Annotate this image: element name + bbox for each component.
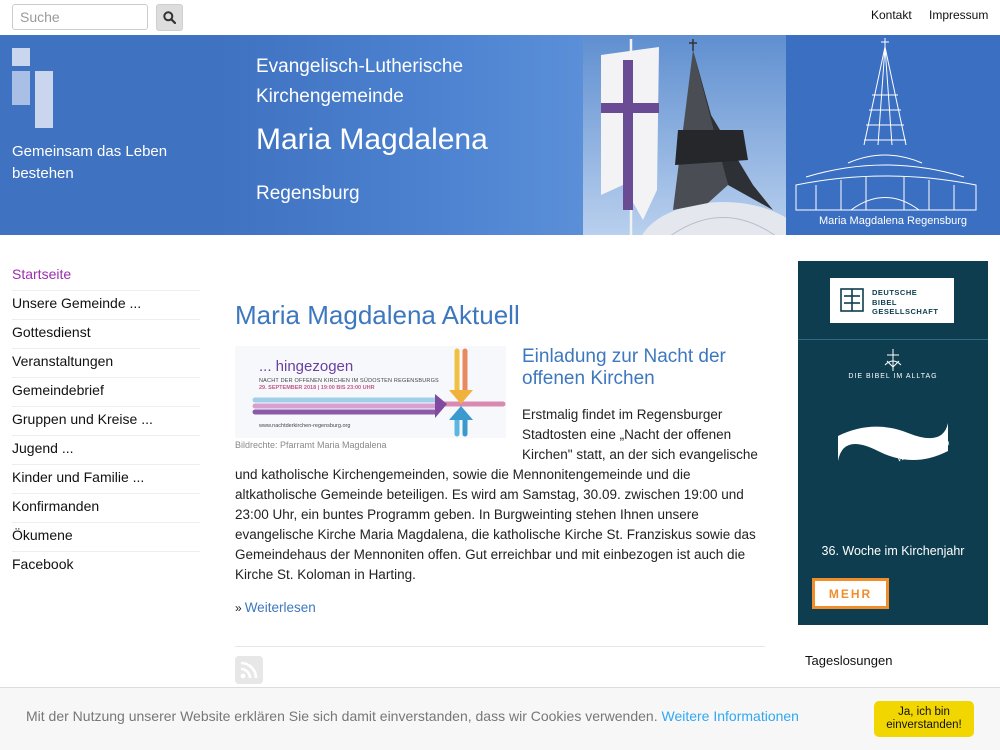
logo-mark-part [12,71,30,105]
double-chevron-right-icon: » [235,601,242,615]
dbg-logo-text: DEUTSCHE BIBEL GESELLSCHAFT [872,288,938,317]
teaser-headline: ... hingezogen [259,358,354,375]
nav-item-gemeindebrief[interactable]: Gemeindebrief [12,378,200,407]
nav-item-konfirmanden[interactable]: Konfirmanden [12,494,200,523]
banner-title: Maria Magdalena [256,123,488,156]
dbg-logo[interactable]: DEUTSCHE BIBEL GESELLSCHAFT [830,278,954,323]
church-tower-photo [583,35,804,235]
nav-item-gottesdienst[interactable]: Gottesdienst [12,320,200,349]
imprint-link[interactable]: Impressum [929,8,988,22]
book-icon [840,288,864,312]
site-tagline: Gemeinsam das Leben bestehen [12,143,168,182]
nav-item-unsere-gemeinde[interactable]: Unsere Gemeinde ... [12,291,200,320]
main-navigation: Startseite Unsere Gemeinde ... Gottesdie… [12,262,200,581]
read-more-label: Weiterlesen [244,600,316,615]
banner-city: Regensburg [256,183,360,204]
nav-item-gruppen-und-kreise[interactable]: Gruppen und Kreise ... [12,407,200,436]
nav-item-kinder-und-familie[interactable]: Kinder und Familie ... [12,465,200,494]
watermark-ribbon [838,423,948,461]
search-button[interactable] [156,4,183,31]
read-more-link[interactable]: » Weiterlesen [235,600,316,615]
search-input[interactable] [12,4,148,30]
banner-line1: Evangelisch-Lutherische [256,56,464,77]
nav-item-veranstaltungen[interactable]: Veranstaltungen [12,349,200,378]
rss-icon [240,661,258,679]
banner-logo-panel[interactable]: Gemeinsam das Leben bestehen [0,35,214,235]
divider [235,646,765,647]
daily-watchwords-heading: Tageslosungen [805,653,893,668]
cookie-accept-button[interactable]: Ja, ich bin einverstanden! [874,701,974,737]
rss-feed-button[interactable] [235,656,263,684]
cookie-notice: Mit der Nutzung unserer Website erklären… [26,708,799,724]
cookie-more-info-link[interactable]: Weitere Informationen [661,708,798,724]
nav-item-startseite[interactable]: Startseite [12,262,200,291]
banner-line2: Kirchengemeinde [256,86,404,107]
nav-item-jugend[interactable]: Jugend ... [12,436,200,465]
teaser-subline: NACHT DER OFFENEN KIRCHEN IM SÜDOSTEN RE… [259,378,439,384]
cookie-text: Mit der Nutzung unserer Website erklären… [26,708,658,724]
church-drawing-panel: Maria Magdalena Regensburg [786,35,1000,235]
nav-item-oekumene[interactable]: Ökumene [12,523,200,552]
search-icon [163,11,176,24]
banner-caption: Maria Magdalena Regensburg [819,215,967,227]
article-title-link[interactable]: Einladung zur Nacht der offenen Kirchen [522,346,772,390]
bible-widget: DEUTSCHE BIBEL GESELLSCHAFT DIE BIBEL IM… [798,261,988,625]
dbg-line1: DEUTSCHE [872,288,918,297]
page-title: Maria Magdalena Aktuell [235,300,520,330]
top-bar: Kontakt Impressum [0,0,1000,35]
church-line-drawing [795,38,977,211]
dbg-line3: GESELLSCHAFT [872,307,939,316]
divider [798,339,988,340]
bible-in-daily-life-label: DIE BIBEL IM ALLTAG [848,373,938,380]
text-wrap-spacer [235,405,522,465]
cookie-consent-bar: Mit der Nutzung unserer Website erklären… [0,687,1000,750]
dove-icon [884,349,902,371]
nav-item-facebook[interactable]: Facebook [12,552,200,581]
contact-link[interactable]: Kontakt [871,8,912,22]
logo-mark-bar [35,71,53,128]
header-banner: Gemeinsam das Leben bestehen Evangelisch… [0,35,1000,235]
article-text: Erstmalig findet im Regensburger Stadtos… [235,405,765,585]
teaser-date: 29. SEPTEMBER 2018 | 19:00 BIS 23:00 UHR [259,385,375,391]
more-button[interactable]: MEHR [812,578,889,609]
logo-mark [12,48,30,66]
church-year-week: 36. Woche im Kirchenjahr [821,544,965,558]
banner-title-panel: Evangelisch-Lutherische Kirchengemeinde … [214,35,583,235]
dbg-line2: BIBEL [872,297,897,307]
